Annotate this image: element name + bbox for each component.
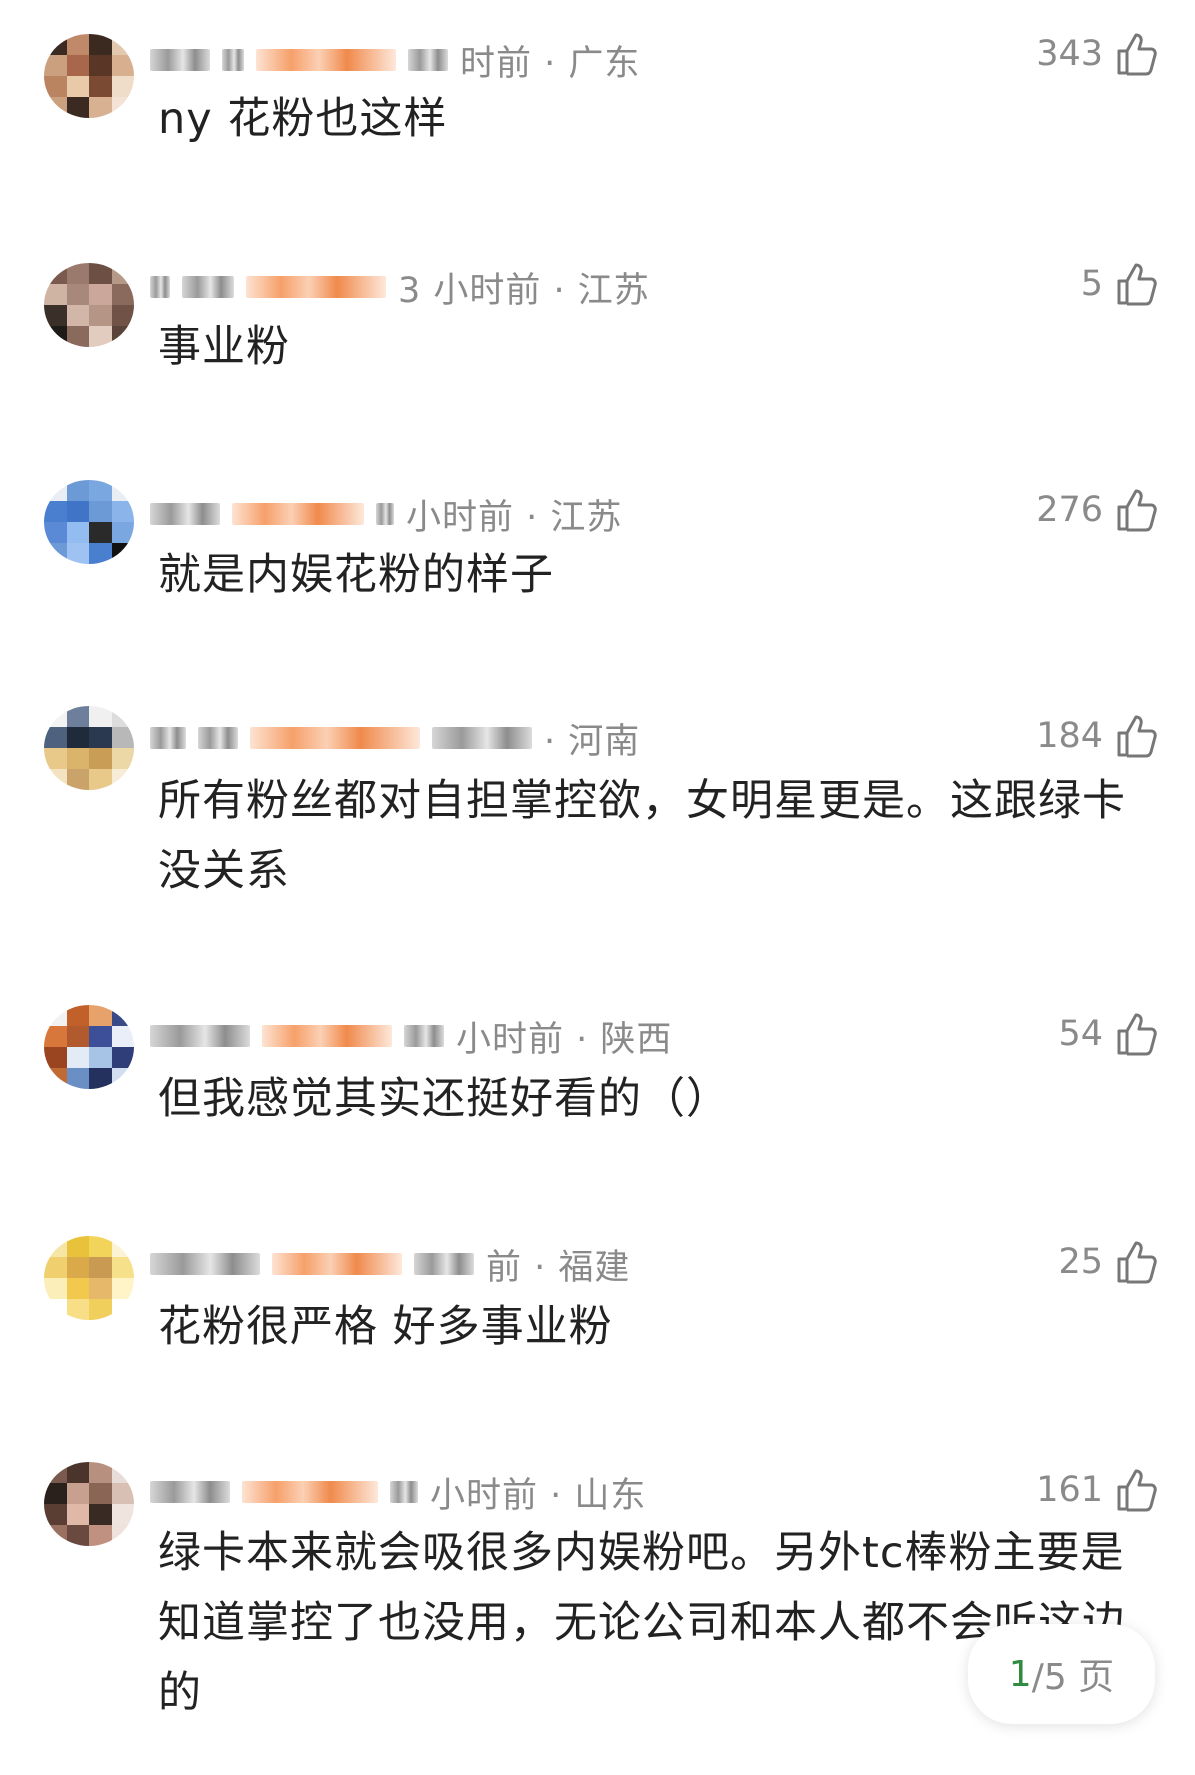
user-badge [232,503,364,525]
comment-meta: · 河南 [544,721,641,762]
like-button[interactable]: 184 [1036,712,1161,760]
comment-text: 但我感觉其实还挺好看的（） [158,1074,730,1124]
username[interactable] [150,276,170,298]
avatar[interactable] [44,706,134,790]
comment-meta: 小时前 · 陕西 [456,1019,673,1060]
comment-text: 事业粉 [158,322,290,372]
username[interactable] [150,49,210,71]
avatar[interactable] [44,480,134,564]
time-blur [408,49,448,71]
like-button[interactable]: 161 [1036,1466,1161,1514]
avatar[interactable] [44,263,134,347]
time-blur [414,1253,474,1275]
username[interactable] [182,276,234,298]
comment-meta: 前 · 福建 [486,1247,631,1288]
comment-text: 就是内娱花粉的样子 [158,550,554,600]
user-badge [246,276,386,298]
username[interactable] [222,49,244,71]
avatar[interactable] [44,1005,134,1089]
thumbs-up-icon [1117,263,1157,306]
like-button[interactable]: 276 [1036,486,1161,534]
username[interactable] [198,727,238,749]
comment-meta: 小时前 · 山东 [430,1475,647,1516]
username[interactable] [150,503,220,525]
like-count: 161 [1036,1470,1103,1510]
like-count: 184 [1036,716,1103,756]
comment-text: 所有粉丝都对自担掌控欲，女明星更是。这跟绿卡没关系 [158,776,1126,896]
comment-meta: 时前 · 广东 [460,43,641,84]
user-badge [242,1481,378,1503]
user-badge [272,1253,402,1275]
like-button[interactable]: 5 [1081,260,1161,308]
like-button[interactable]: 25 [1058,1238,1161,1286]
avatar[interactable] [44,34,134,118]
time-blur [404,1025,444,1047]
avatar[interactable] [44,1236,134,1320]
thumbs-up-icon [1117,489,1157,532]
comment-meta: 小时前 · 江苏 [406,497,623,538]
like-button[interactable]: 343 [1036,30,1161,78]
current-page: 1 [1008,1653,1032,1695]
time-blur [376,503,394,525]
comment-text: ny 花粉也这样 [158,94,448,144]
user-badge [262,1025,392,1047]
username[interactable] [150,727,186,749]
username[interactable] [150,1253,260,1275]
page-indicator[interactable]: 1 /5 页 [968,1624,1155,1724]
thumbs-up-icon [1117,1013,1157,1056]
time-blur [390,1481,418,1503]
username[interactable] [150,1025,250,1047]
avatar[interactable] [44,1462,134,1546]
username[interactable] [150,1481,230,1503]
time-blur [432,727,532,749]
like-count: 54 [1058,1014,1103,1054]
thumbs-up-icon [1117,715,1157,758]
user-badge [250,727,420,749]
like-count: 343 [1036,34,1103,74]
like-count: 276 [1036,490,1103,530]
total-pages: /5 页 [1031,1657,1115,1698]
comment-meta: 3 小时前 · 江苏 [398,270,650,311]
like-button[interactable]: 54 [1058,1010,1161,1058]
like-count: 25 [1058,1242,1103,1282]
like-count: 5 [1080,264,1103,304]
thumbs-up-icon [1117,1241,1157,1284]
comment-text: 花粉很严格 好多事业粉 [158,1302,613,1352]
thumbs-up-icon [1117,1469,1157,1512]
user-badge [256,49,396,71]
thumbs-up-icon [1117,33,1157,76]
